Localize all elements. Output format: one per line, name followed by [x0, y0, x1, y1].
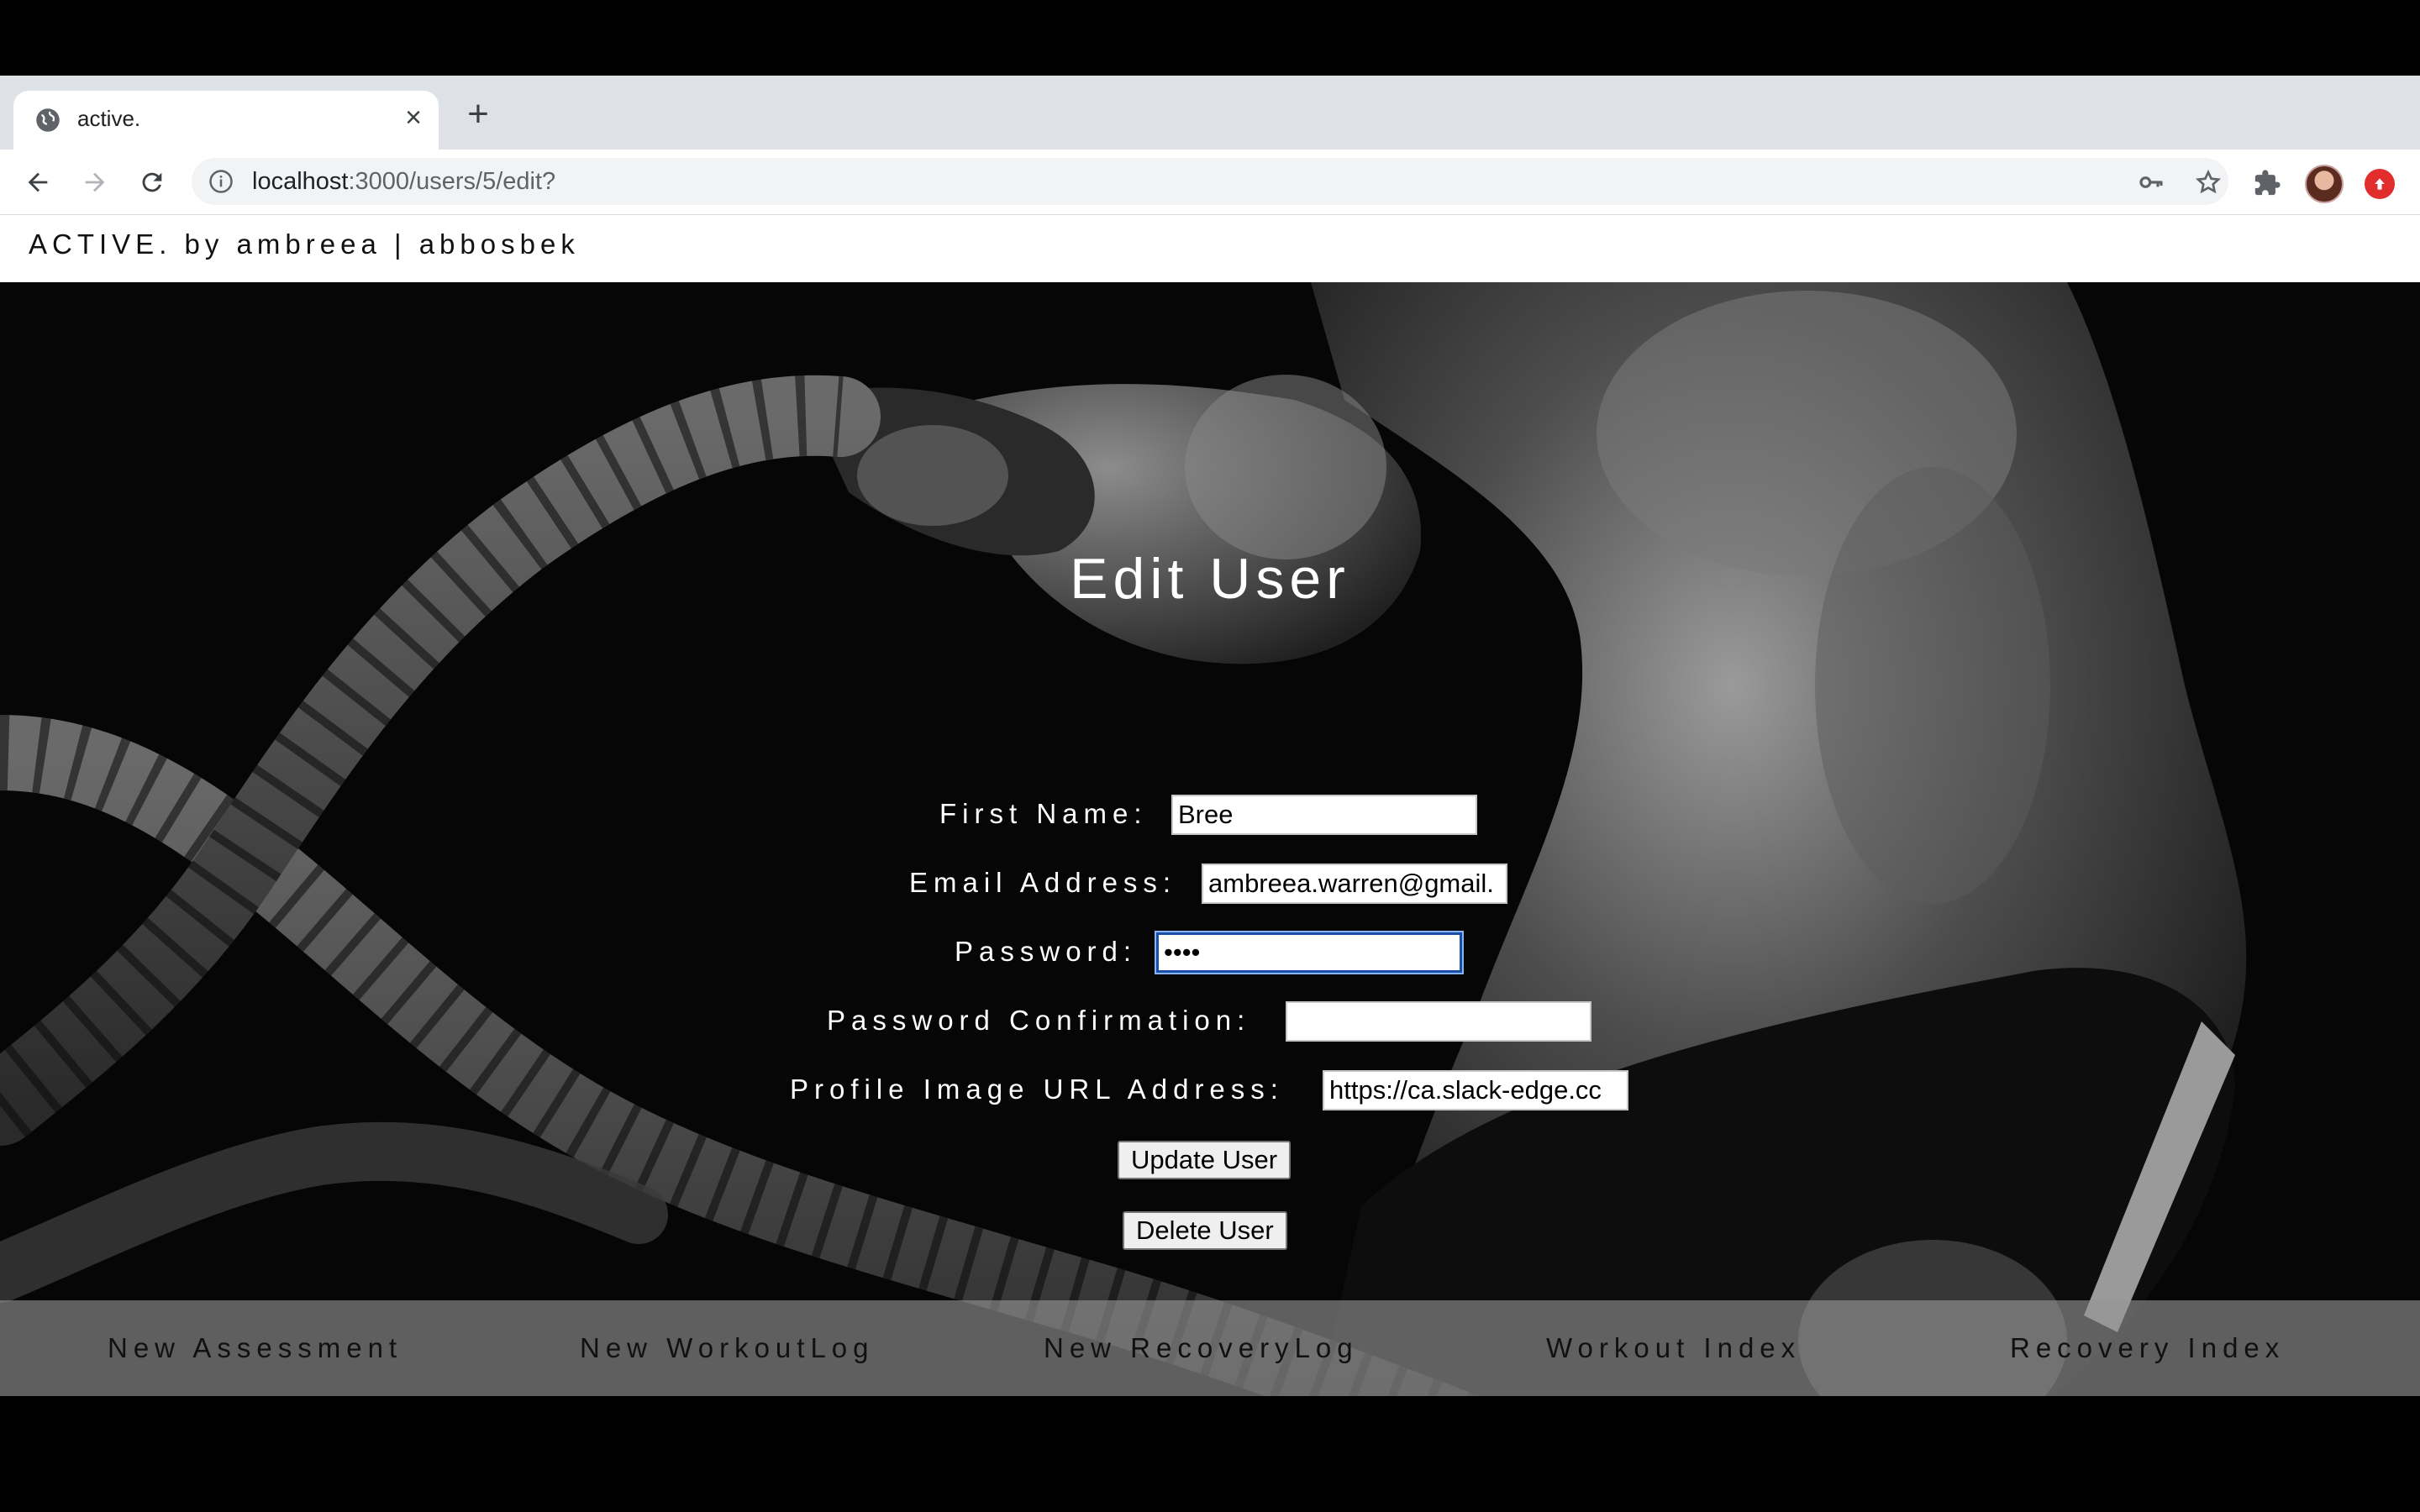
close-icon[interactable]: ×	[397, 101, 430, 134]
url-path: :3000/users/5/edit?	[348, 168, 556, 195]
browser-tab[interactable]: active. ×	[13, 91, 439, 150]
nav-new-workoutlog[interactable]: New WorkoutLog	[580, 1332, 875, 1364]
page-title: Edit User	[1070, 547, 1350, 611]
star-icon[interactable]	[2195, 169, 2222, 196]
address-bar[interactable]: localhost:3000/users/5/edit?	[192, 158, 2228, 205]
password-field[interactable]	[1156, 932, 1462, 973]
footer-nav: New Assessment New WorkoutLog New Recove…	[0, 1300, 2420, 1396]
password-confirmation-field[interactable]	[1286, 1001, 1591, 1042]
tab-strip: active. × +	[0, 76, 2420, 150]
password-confirmation-label: Password Confirmation:	[827, 1005, 1251, 1036]
delete-user-button[interactable]: Delete User	[1123, 1211, 1287, 1250]
first-name-field[interactable]	[1171, 795, 1477, 835]
nav-recovery-index[interactable]: Recovery Index	[2010, 1332, 2285, 1364]
email-label: Email Address:	[909, 867, 1177, 898]
info-icon[interactable]	[208, 169, 234, 194]
url-host: localhost	[252, 168, 349, 195]
password-confirmation-row: Password Confirmation:	[0, 1001, 2420, 1043]
browser-window: active. × + localhost:3000/users/5/edit?	[0, 76, 2420, 1436]
hero-background	[0, 282, 2420, 1436]
image-url-field[interactable]	[1323, 1070, 1628, 1110]
email-field[interactable]	[1202, 864, 1507, 904]
nav-workout-index[interactable]: Workout Index	[1546, 1332, 1801, 1364]
extension-icon[interactable]	[2365, 169, 2395, 199]
athlete-photo	[0, 282, 2420, 1436]
back-arrow-icon[interactable]	[18, 163, 57, 202]
reload-icon[interactable]	[133, 163, 171, 202]
first-name-row: First Name:	[0, 795, 2420, 837]
avatar[interactable]	[2305, 165, 2344, 203]
password-label: Password:	[955, 936, 1138, 967]
image-url-row: Profile Image URL Address:	[0, 1070, 2420, 1112]
page-bottom	[0, 1396, 2420, 1436]
puzzle-icon[interactable]	[2250, 166, 2284, 200]
tab-title: active.	[77, 106, 141, 131]
plus-icon[interactable]: +	[460, 96, 496, 133]
nav-new-recoverylog[interactable]: New RecoveryLog	[1044, 1332, 1359, 1364]
nav-new-assessment[interactable]: New Assessment	[108, 1332, 402, 1364]
forward-arrow-icon[interactable]	[76, 163, 114, 202]
email-row: Email Address:	[0, 864, 2420, 906]
globe-icon	[36, 108, 60, 132]
update-user-button[interactable]: Update User	[1118, 1141, 1292, 1179]
brand-title[interactable]: ACTIVE. by ambreea | abbosbek	[29, 228, 580, 260]
image-url-label: Profile Image URL Address:	[790, 1074, 1284, 1105]
web-page: ACTIVE. by ambreea | abbosbek Edit User …	[0, 215, 2420, 1436]
password-row: Password:	[0, 932, 2420, 974]
url-text[interactable]: localhost:3000/users/5/edit?	[252, 168, 555, 196]
browser-toolbar: localhost:3000/users/5/edit?	[0, 150, 2420, 215]
site-header: ACTIVE. by ambreea | abbosbek	[0, 215, 2420, 282]
first-name-label: First Name:	[939, 798, 1148, 829]
key-icon[interactable]	[2138, 169, 2165, 196]
